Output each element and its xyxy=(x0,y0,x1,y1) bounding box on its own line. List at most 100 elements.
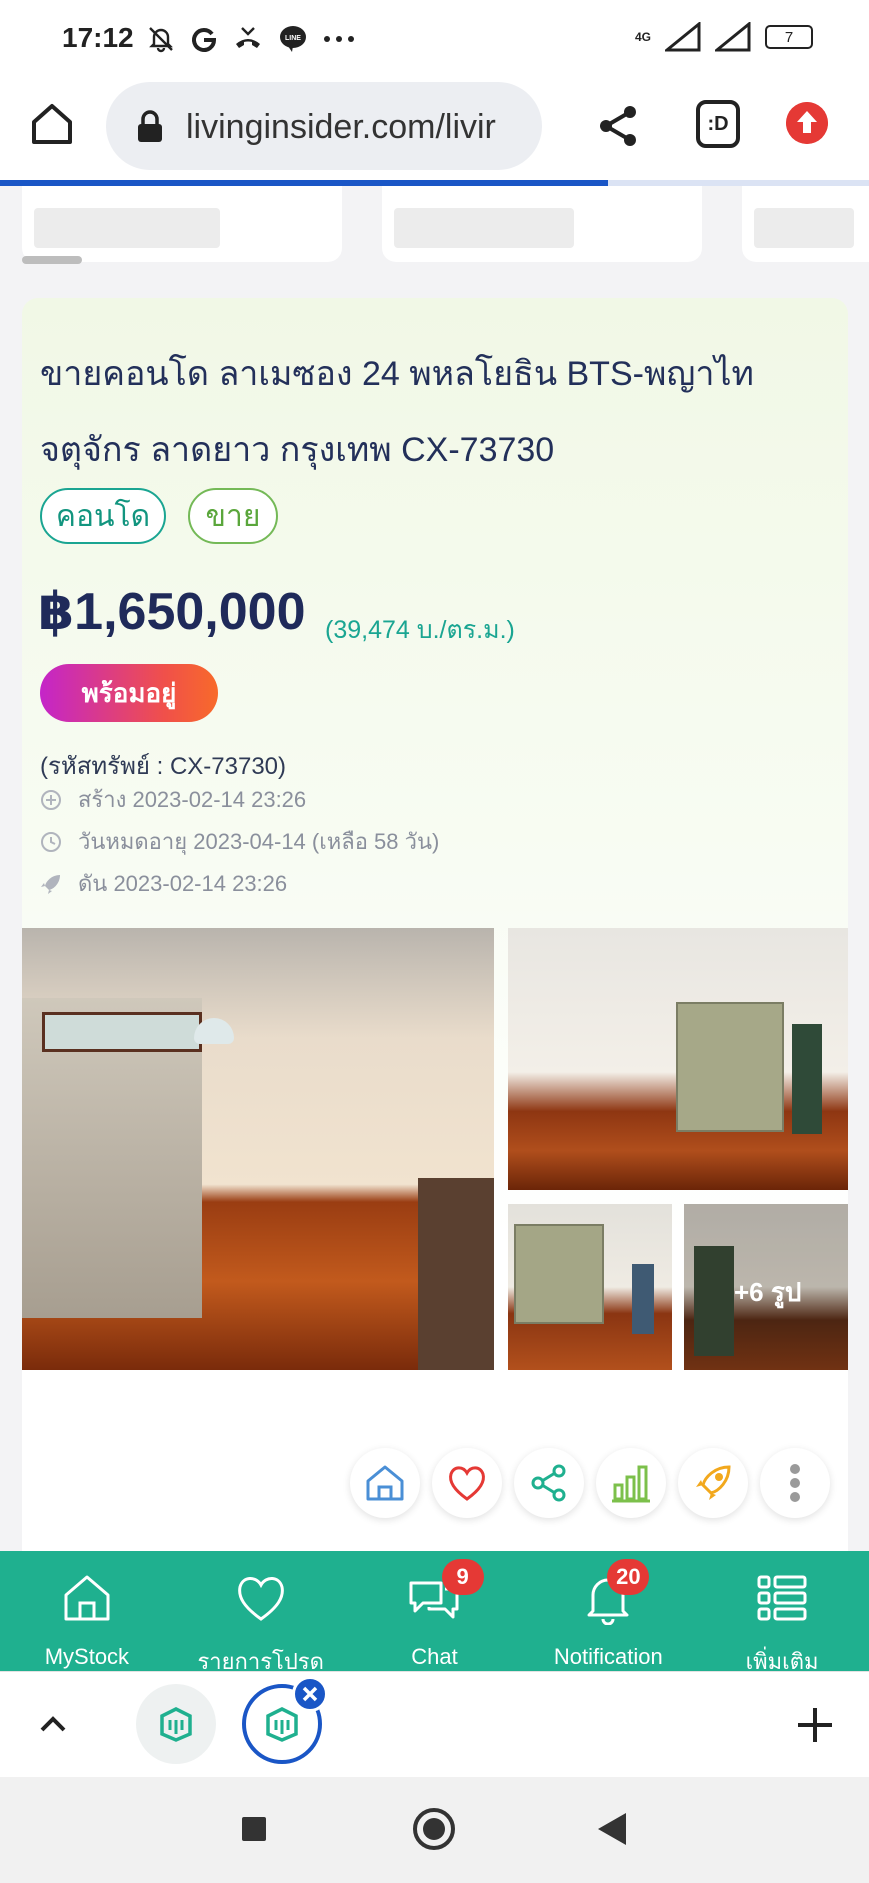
nav-chat-label: Chat xyxy=(411,1644,458,1669)
app-bottom-nav: MyStock รายการโปรด 9 Chat 20 Notificatio… xyxy=(0,1551,869,1674)
thumbnail-photo[interactable] xyxy=(508,1204,672,1370)
notification-badge: 20 xyxy=(607,1559,650,1595)
update-arrow-icon[interactable] xyxy=(786,102,828,144)
expiry-date-row: วันหมดอายุ 2023-04-14 (เหลือ 58 วัน) xyxy=(40,824,439,859)
boost-date-row: ดัน 2023-02-14 23:26 xyxy=(40,866,287,901)
more-photos-count: +6 รูป xyxy=(734,1277,802,1307)
lock-icon xyxy=(138,110,162,142)
heart-icon xyxy=(449,1466,485,1501)
more-photos-thumbnail[interactable]: +6 รูป xyxy=(684,1204,848,1370)
main-photo[interactable] xyxy=(22,928,494,1370)
back-triangle-icon[interactable] xyxy=(596,1811,628,1847)
nav-notification-label: Notification xyxy=(553,1644,663,1669)
home-circle-icon[interactable] xyxy=(412,1807,456,1851)
listing-actions xyxy=(350,1448,830,1518)
home-outline-icon xyxy=(366,1465,404,1501)
skeleton-placeholder xyxy=(754,208,854,248)
more-dots-icon xyxy=(324,36,354,42)
missed-call-icon xyxy=(236,27,260,48)
expiry-date: วันหมดอายุ 2023-04-14 (เหลือ 58 วัน) xyxy=(78,829,440,854)
photo-cabinet xyxy=(514,1224,604,1324)
tab-switcher-button[interactable]: :D xyxy=(696,100,740,148)
close-icon xyxy=(302,1686,318,1702)
nav-notification[interactable]: 20 Notification xyxy=(521,1551,695,1671)
photo-lamp xyxy=(194,1018,234,1044)
svg-text:LINE: LINE xyxy=(285,35,301,42)
status-right: 4G 7 xyxy=(635,22,813,52)
created-date: สร้าง 2023-02-14 23:26 xyxy=(78,787,307,812)
url-text: livinginsider.com/livir xyxy=(186,108,496,146)
add-stock-button[interactable] xyxy=(350,1448,420,1518)
related-card[interactable] xyxy=(382,186,702,262)
livinginsider-logo-icon xyxy=(266,1707,298,1742)
listing-price: ฿1,650,000 xyxy=(38,583,306,641)
signal-icon xyxy=(665,22,701,52)
status-icons: LINE xyxy=(146,20,356,58)
nav-mystock[interactable]: MyStock xyxy=(0,1551,174,1671)
share-icon xyxy=(531,1464,566,1502)
photo-fridge xyxy=(632,1264,654,1334)
boost-button[interactable] xyxy=(678,1448,748,1518)
address-bar[interactable]: livinginsider.com/livir xyxy=(106,82,542,170)
line-app-icon: LINE xyxy=(280,26,306,52)
related-card[interactable] xyxy=(742,186,869,262)
stats-button[interactable] xyxy=(596,1448,666,1518)
google-icon xyxy=(192,28,217,52)
status-bar: 17:12 LINE 4G 7 xyxy=(0,0,869,78)
skeleton-placeholder xyxy=(394,208,574,248)
status-time: 17:12 xyxy=(62,22,134,53)
share-listing-button[interactable] xyxy=(514,1448,584,1518)
photo-cabinet xyxy=(676,1002,784,1132)
rocket-icon xyxy=(41,874,60,894)
photo-door xyxy=(792,1024,822,1134)
bar-chart-icon xyxy=(612,1465,650,1503)
rocket-icon xyxy=(696,1465,731,1500)
signal-icon-2 xyxy=(715,22,751,52)
tag-sale[interactable]: ขาย xyxy=(188,488,278,544)
heart-outline-icon xyxy=(237,1577,284,1621)
new-tab-plus-icon[interactable] xyxy=(796,1706,834,1744)
nav-favorites[interactable]: รายการโปรด xyxy=(174,1551,348,1674)
property-code: (รหัสทรัพย์ : CX-73730) xyxy=(40,753,287,780)
bell-off-icon xyxy=(149,27,173,53)
chevron-up-icon[interactable] xyxy=(36,1708,70,1742)
favorite-button[interactable] xyxy=(432,1448,502,1518)
ready-status-badge: พร้อมอยู่ xyxy=(40,664,218,722)
boost-date: ดัน 2023-02-14 23:26 xyxy=(78,871,288,896)
recents-square-icon[interactable] xyxy=(240,1815,268,1843)
browser-tab-bar xyxy=(0,1671,869,1777)
browser-toolbar: livinginsider.com/livir :D xyxy=(0,78,869,180)
tag-condo[interactable]: คอนโด xyxy=(40,488,166,544)
vertical-dots-icon xyxy=(790,1464,800,1502)
system-nav-bar xyxy=(0,1777,869,1883)
nav-more[interactable]: เพิ่มเติม xyxy=(695,1551,869,1674)
plus-circle-icon xyxy=(41,789,61,810)
tab-switcher-label: :D xyxy=(707,112,729,135)
home-icon[interactable] xyxy=(28,100,76,148)
listing-card: ขายคอนโด ลาเมซอง 24 พหลโยธิน BTS-พญาไท จ… xyxy=(22,298,848,1551)
close-tab-button[interactable] xyxy=(292,1676,328,1712)
battery-icon: 7 xyxy=(765,25,813,49)
share-icon[interactable] xyxy=(596,104,640,148)
listing-title: ขายคอนโด ลาเมซอง 24 พหลโยธิน BTS-พญาไท จ… xyxy=(40,355,754,469)
page-content: ขายคอนโด ลาเมซอง 24 พหลโยธิน BTS-พญาไท จ… xyxy=(0,186,869,1551)
kitchen-photo[interactable] xyxy=(508,928,848,1190)
list-icon xyxy=(757,1575,807,1621)
livinginsider-logo-icon xyxy=(160,1707,192,1742)
more-options-button[interactable] xyxy=(760,1448,830,1518)
nav-chat[interactable]: 9 Chat xyxy=(348,1551,522,1671)
home-outline-icon xyxy=(64,1575,110,1621)
battery-level: 7 xyxy=(784,28,794,46)
carousel-scroll-indicator xyxy=(22,256,82,264)
skeleton-placeholder xyxy=(34,208,220,248)
network-type: 4G xyxy=(634,30,651,44)
nav-mystock-label: MyStock xyxy=(44,1644,130,1669)
clock-icon xyxy=(41,831,61,852)
browser-tab[interactable] xyxy=(136,1684,216,1764)
chat-badge: 9 xyxy=(441,1559,484,1595)
related-card[interactable] xyxy=(22,186,342,262)
photo-window xyxy=(42,1012,202,1052)
photo-counter xyxy=(418,1178,494,1370)
price-per-sqm: (39,474 บ./ตร.ม.) xyxy=(325,616,515,644)
created-date-row: สร้าง 2023-02-14 23:26 xyxy=(40,782,306,817)
